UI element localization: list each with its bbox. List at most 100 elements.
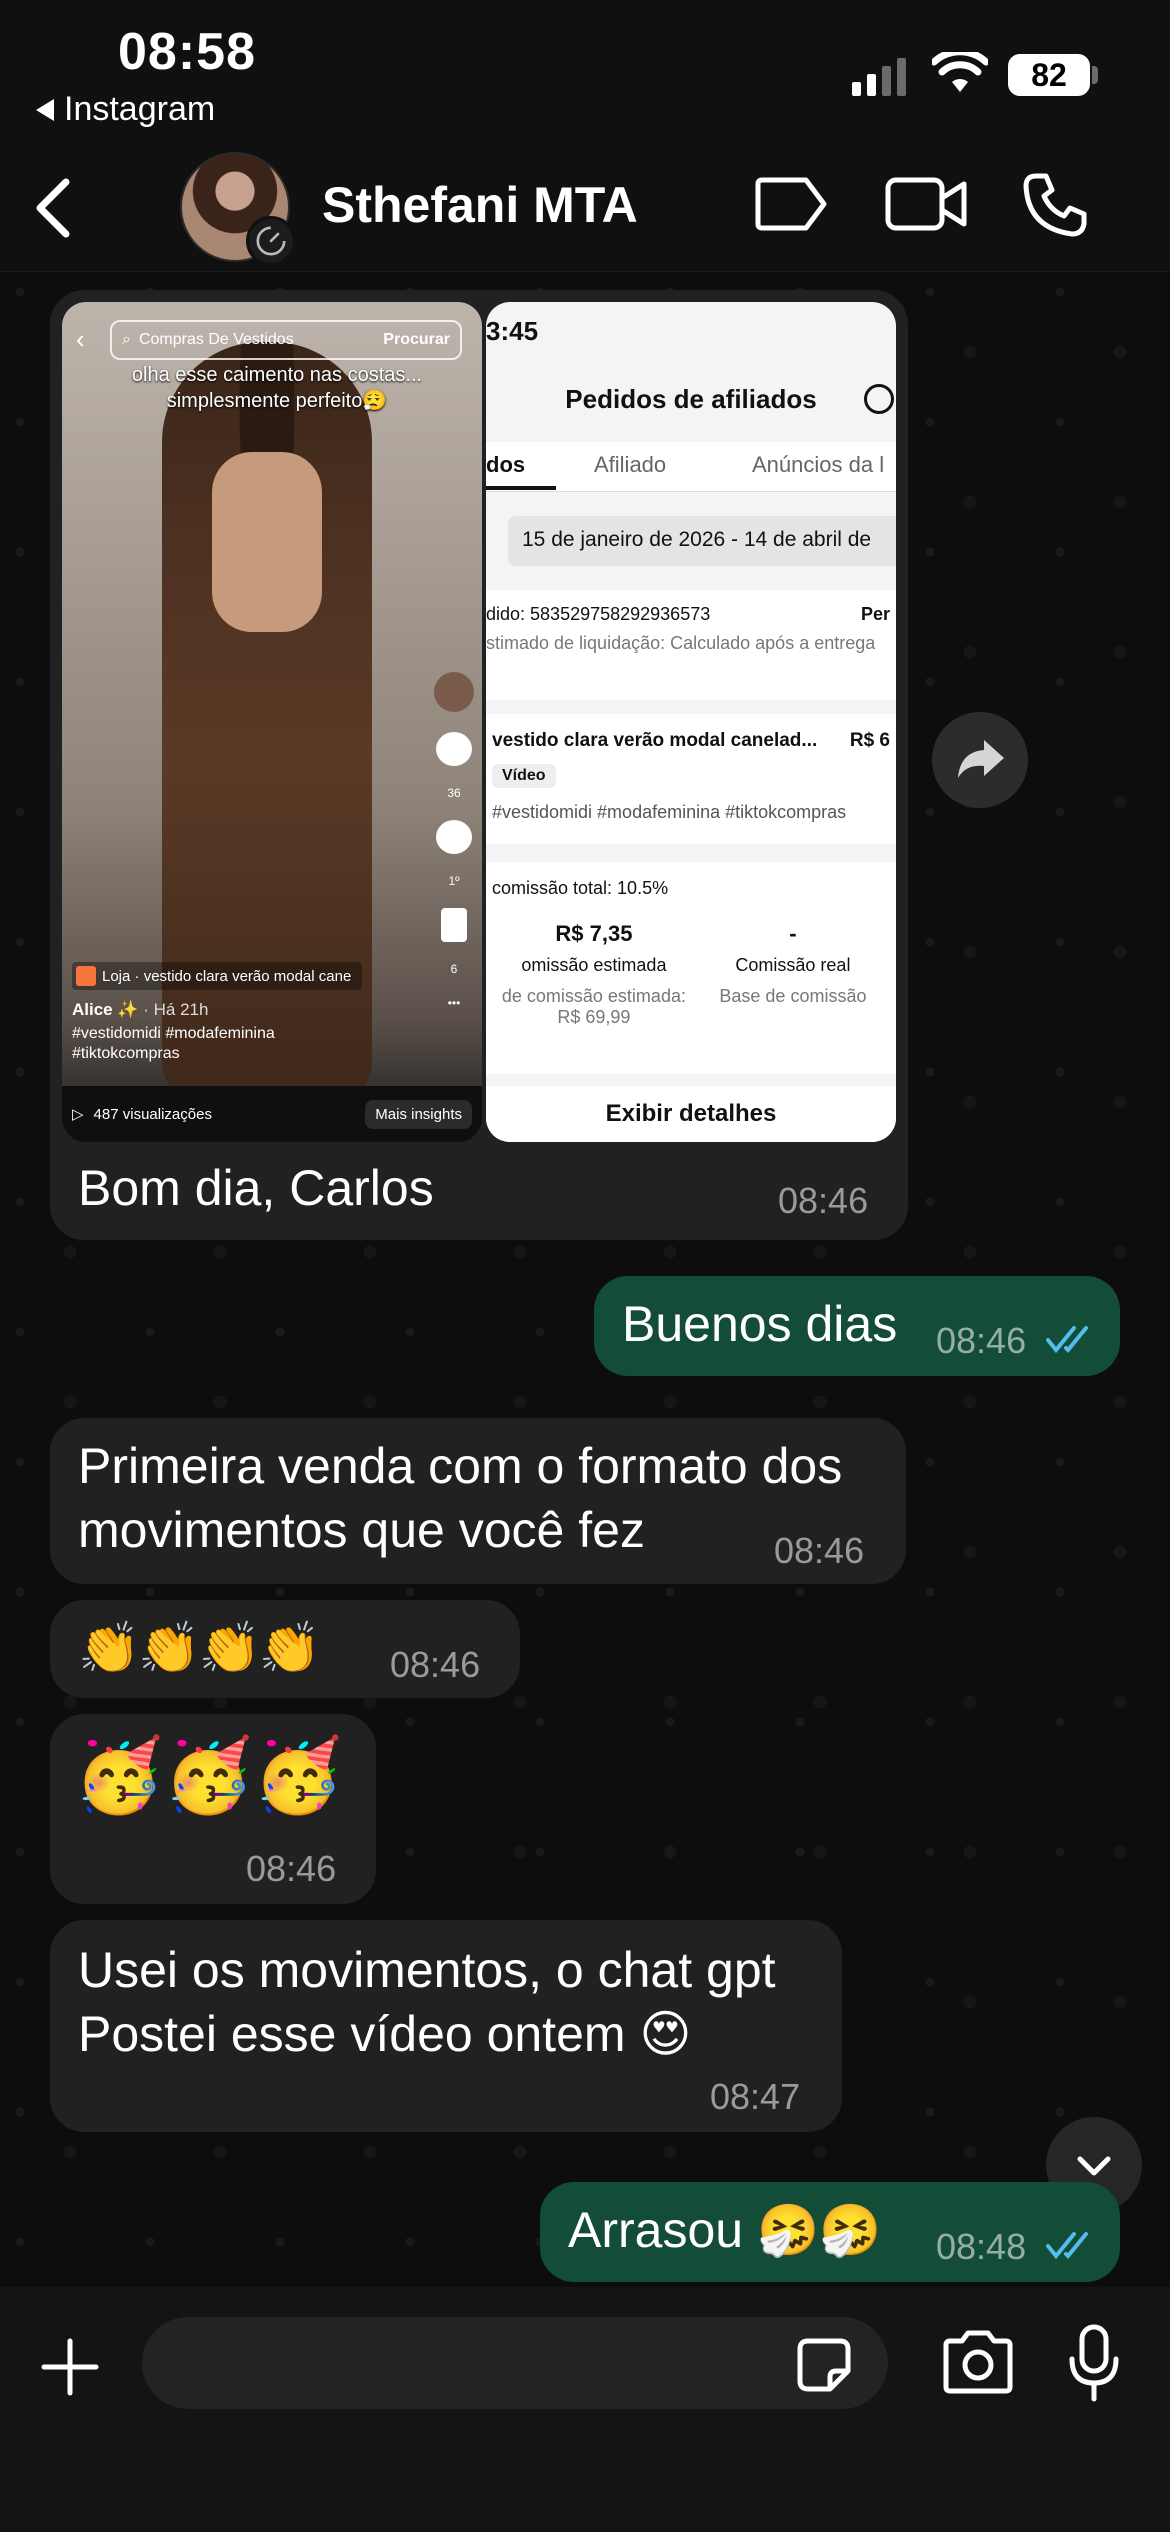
commission-rate: comissão total: 10.5% xyxy=(492,878,669,898)
base-est-value: R$ 69,99 xyxy=(557,1007,631,1027)
orders-search-icon xyxy=(864,384,894,414)
chat-header: Sthefani MTA xyxy=(0,140,1170,272)
comments-count: 1º xyxy=(448,874,460,888)
chat-area[interactable]: ‹ ⌕ Compras De Vestidos Procurar olha es… xyxy=(0,272,1170,2287)
play-icon: ▷ xyxy=(72,1106,84,1123)
contact-name[interactable]: Sthefani MTA xyxy=(322,176,638,234)
message-text: 👏👏👏👏 xyxy=(78,1620,321,1676)
orders-tab-2: Anúncios da l xyxy=(752,452,885,477)
order-settlement: stimado de liquidação: Calculado após a … xyxy=(486,633,876,653)
message-text: 🥳🥳🥳 xyxy=(74,1736,343,1816)
orders-title: Pedidos de afiliados xyxy=(565,384,817,414)
comment-icon xyxy=(436,820,472,854)
more-icon: ••• xyxy=(447,996,461,1010)
tiktok-user-name: Alice ✨ xyxy=(72,1000,139,1019)
message-text-line-1: Usei os movimentos, o chat gpt xyxy=(78,1942,776,1998)
message-text: Arrasou 🤧🤧 xyxy=(568,2202,882,2258)
message-incoming[interactable]: 🥳🥳🥳 08:46 xyxy=(50,1714,376,1904)
bookmark-icon xyxy=(441,908,467,942)
orders-tab-0: dos xyxy=(486,452,526,477)
message-incoming[interactable]: Usei os movimentos, o chat gpt Postei es… xyxy=(50,1920,842,2132)
orders-screenshot[interactable]: 3:45 Pedidos de afiliados dos Afiliado A… xyxy=(486,302,896,1142)
status-bar: 08:58 Instagram 82 xyxy=(0,0,1170,140)
input-bar xyxy=(0,2287,1170,2532)
back-chevron-icon[interactable] xyxy=(28,176,84,240)
real-commission-label: Comissão real xyxy=(735,955,851,975)
order-id: dido: 583529758292936573 xyxy=(486,604,711,624)
clock: 08:58 xyxy=(118,23,256,81)
creator-avatar xyxy=(434,672,474,712)
message-time: 08:46 xyxy=(390,1644,481,1685)
dress-photo-back xyxy=(212,452,322,632)
views-count: 487 visualizações xyxy=(93,1105,212,1123)
product-name: vestido clara verão modal canelad... xyxy=(492,730,818,751)
video-call-icon[interactable] xyxy=(884,172,970,236)
message-outgoing[interactable]: Arrasou 🤧🤧 08:48 xyxy=(540,2182,1120,2282)
details-button: Exibir detalhes xyxy=(486,1086,896,1142)
tiktok-side-actions: 36 1º 6 ••• xyxy=(432,672,476,1010)
message-input[interactable] xyxy=(142,2317,888,2409)
orders-tab-1: Afiliado xyxy=(594,452,667,477)
orders-tabs: dos Afiliado Anúncios da l xyxy=(486,442,896,492)
voice-call-icon[interactable] xyxy=(1022,172,1088,238)
orders-date-range: 15 de janeiro de 2026 - 14 de abril de xyxy=(508,516,896,566)
message-time: 08:47 xyxy=(710,2076,801,2117)
order-card: dido: 583529758292936573 Per stimado de … xyxy=(486,590,896,700)
product-tags: #vestidomidi #modafeminina #tiktokcompra… xyxy=(492,802,847,822)
real-commission-value: - xyxy=(789,921,797,946)
label-tag-icon[interactable] xyxy=(754,172,830,236)
tiktok-bottom-bar: ▷ 487 visualizações Mais insights xyxy=(62,1086,482,1142)
message-text-line-2: Postei esse vídeo ontem 😍 xyxy=(78,2006,692,2062)
back-to-app-link[interactable]: Instagram xyxy=(36,90,215,129)
message-outgoing[interactable]: Buenos dias 08:46 xyxy=(594,1276,1120,1376)
message-time: 08:48 xyxy=(936,2226,1027,2267)
battery-indicator: 82 xyxy=(1008,54,1090,96)
sticker-icon[interactable] xyxy=(796,2337,852,2393)
battery-nub xyxy=(1092,66,1098,84)
est-commission-value: R$ 7,35 xyxy=(555,921,633,946)
shop-bag-icon xyxy=(76,966,96,986)
cellular-signal-icon xyxy=(852,58,906,96)
tiktok-time-ago: · Há 21h xyxy=(143,1000,209,1019)
tiktok-username: Alice ✨ · Há 21h xyxy=(72,1000,208,1020)
base-real-label: Base de comissão xyxy=(719,986,867,1006)
commission-card: comissão total: 10.5% R$ 7,35 omissão es… xyxy=(486,862,896,1074)
message-incoming[interactable]: 👏👏👏👏 08:46 xyxy=(50,1600,520,1698)
forward-icon[interactable] xyxy=(932,712,1028,808)
back-app-label: Instagram xyxy=(64,90,216,128)
image-message[interactable]: ‹ ⌕ Compras De Vestidos Procurar olha es… xyxy=(50,290,908,1240)
tiktok-back-icon: ‹ xyxy=(76,324,85,354)
product-card: vestido clara verão modal canelad... R$ … xyxy=(486,714,896,844)
wifi-icon xyxy=(932,52,988,92)
order-status: Per xyxy=(860,604,890,624)
likes-count: 36 xyxy=(447,786,461,800)
orders-tab-underline xyxy=(486,486,556,490)
message-time: 08:46 xyxy=(778,1180,869,1221)
image-caption: Bom dia, Carlos xyxy=(78,1160,434,1216)
product-price: R$ 6 xyxy=(849,730,890,751)
product-badge: Vídeo xyxy=(492,764,556,788)
insights-button: Mais insights xyxy=(365,1099,472,1129)
back-triangle-icon xyxy=(36,98,54,121)
tiktok-search-icon: ⌕ xyxy=(122,331,131,348)
tiktok-search-bar: ⌕ Compras De Vestidos Procurar xyxy=(110,320,462,360)
disappearing-timer-icon xyxy=(246,216,296,266)
plus-icon[interactable] xyxy=(40,2337,100,2397)
orders-clock: 3:45 xyxy=(486,316,539,346)
tiktok-screenshot[interactable]: ‹ ⌕ Compras De Vestidos Procurar olha es… xyxy=(62,302,482,1142)
est-commission-label: omissão estimada xyxy=(521,955,667,975)
read-ticks-icon xyxy=(1046,2232,1088,2260)
shop-label: Loja · vestido clara verão modal cane xyxy=(102,967,352,985)
heart-icon xyxy=(436,732,472,766)
tiktok-hashtags: #vestidomidi #modafeminina #tiktokcompra… xyxy=(72,1025,275,1062)
tiktok-caption: olha esse caimento nas costas... simples… xyxy=(131,364,423,412)
tiktok-search-text: Compras De Vestidos xyxy=(138,331,294,348)
base-est-label: de comissão estimada: xyxy=(501,986,686,1006)
microphone-icon[interactable] xyxy=(1068,2323,1120,2403)
message-time: 08:46 xyxy=(774,1530,865,1571)
tiktok-search-button: Procurar xyxy=(383,331,450,348)
read-ticks-icon xyxy=(1046,1326,1088,1354)
camera-icon[interactable] xyxy=(940,2329,1016,2395)
message-time: 08:46 xyxy=(936,1320,1027,1361)
message-incoming[interactable]: Primeira venda com o formato dos movimen… xyxy=(50,1418,906,1584)
